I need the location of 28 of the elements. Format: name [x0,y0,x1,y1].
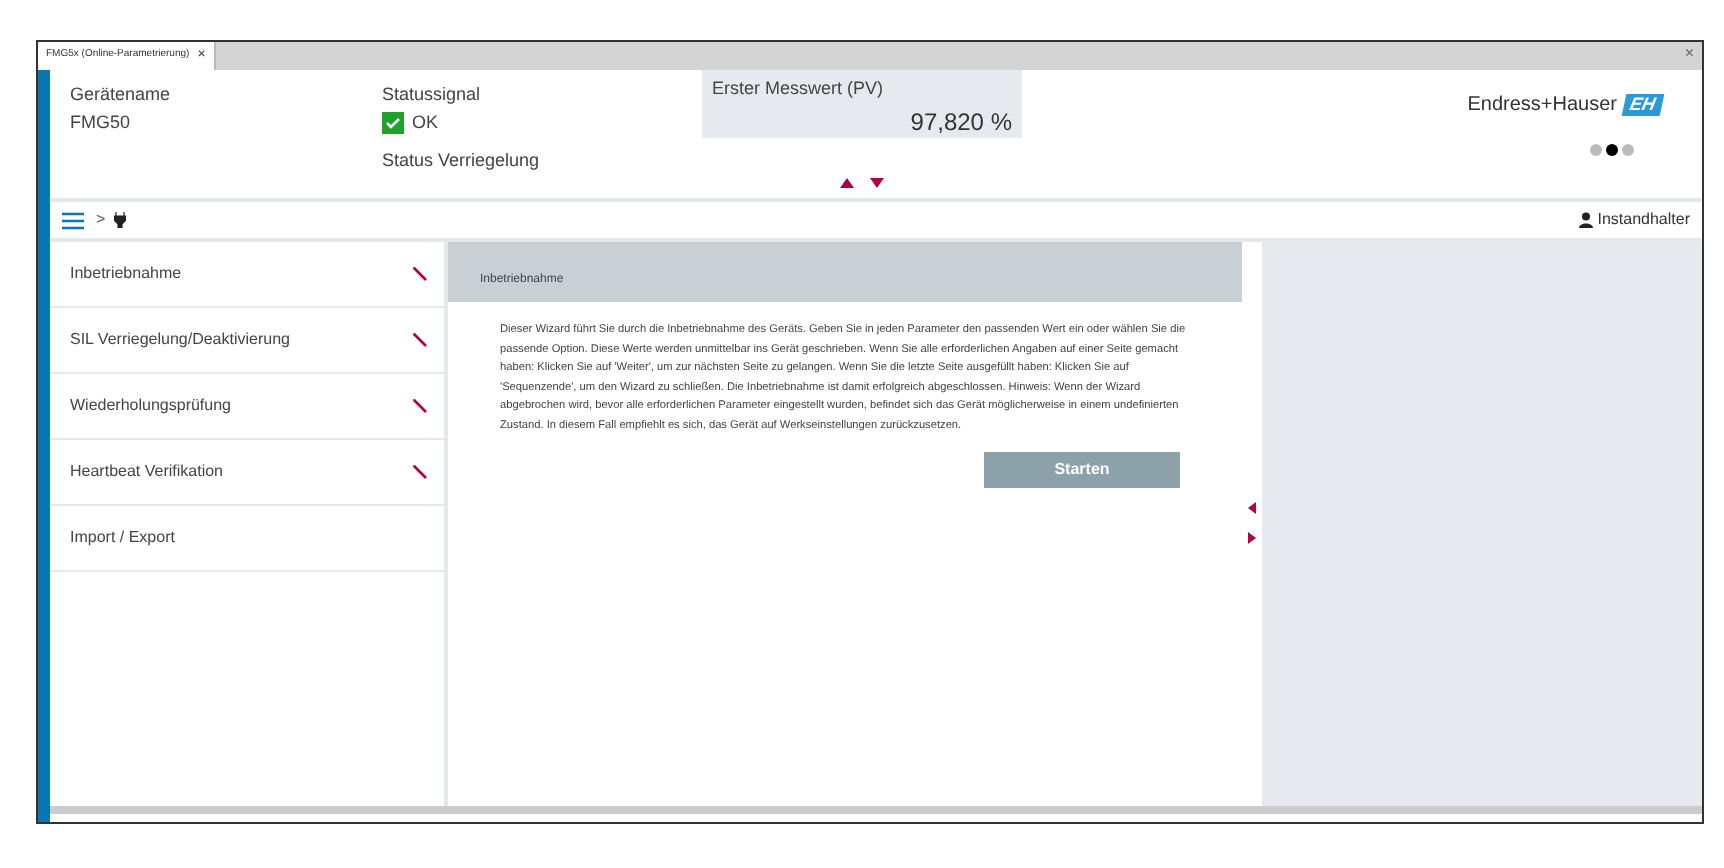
device-label: Gerätename [70,82,173,108]
menu-item[interactable]: Heartbeat Verifikation [50,440,444,506]
menu-item[interactable]: SIL Verriegelung/Deaktivierung [50,308,444,374]
right-arrow-icon[interactable] [1248,531,1256,543]
down-arrow-icon[interactable] [870,178,884,188]
status-label: Statussignal [382,82,483,108]
wand-icon [412,332,428,348]
menu-item[interactable]: Inbetriebnahme [50,242,444,308]
pv-value: 97,820 % [910,105,1012,139]
left-arrow-icon[interactable] [1248,501,1256,513]
pv-label: Erster Messwert (PV) [712,76,886,102]
wand-icon [412,464,428,480]
device-name: FMG50 [70,109,133,135]
user-button[interactable]: Instandhalter [1577,208,1690,232]
brand-name: Endress+Hauser [1467,92,1617,120]
brand-logo: EH [1622,94,1665,116]
breadcrumb-separator: > [96,208,106,232]
user-icon [1577,212,1594,228]
close-button[interactable]: × [1684,42,1702,70]
lock-label: Status Verriegelung [382,148,542,174]
status-value: OK [412,109,439,135]
plug-icon[interactable] [113,212,126,228]
wand-icon [412,398,428,414]
menu-icon[interactable] [62,211,84,229]
wand-icon [412,266,428,282]
menu-item[interactable]: Wiederholungsprüfung [50,374,444,440]
menu-item[interactable]: Import / Export [50,506,444,572]
up-arrow-icon[interactable] [840,178,854,188]
